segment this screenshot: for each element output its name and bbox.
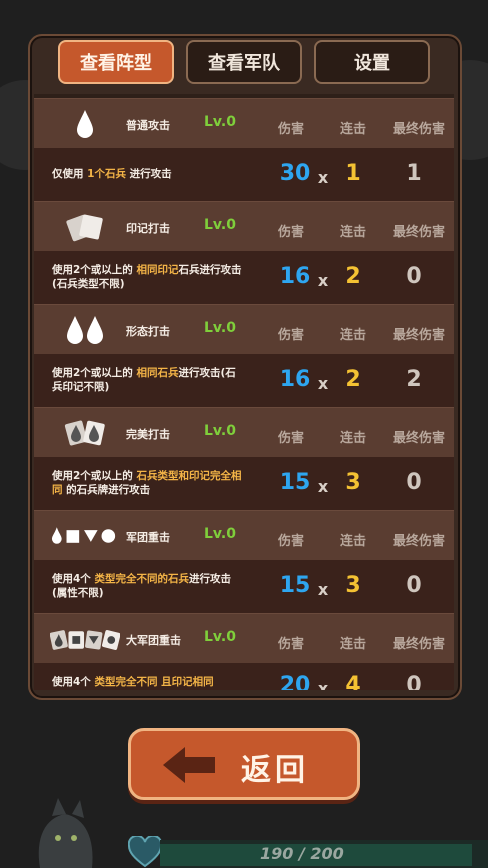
damage-value: 30 xyxy=(279,161,311,186)
final-damage-column-label: 最终伤害 xyxy=(392,637,445,652)
final-damage-column-label: 最终伤害 xyxy=(392,225,445,240)
heart-icon xyxy=(128,836,162,868)
combo-value: 2 xyxy=(345,367,361,392)
attack-header-row: 完美打击 Lv.0 伤害 连击 最终伤害 xyxy=(34,407,454,458)
combo-column-label: 连击 xyxy=(339,534,366,549)
combo-column-label: 连击 xyxy=(339,328,366,343)
attack-detail-row: 使用2个或以上的 相同印记石兵进行攻击(石兵类型不限) 16 x 2 0 xyxy=(34,251,454,304)
back-button-label: 返回 xyxy=(241,753,309,788)
final-damage-value: 0 xyxy=(406,470,422,495)
attack-detail-row: 使用2个或以上的 石兵类型和印记完全相同 的石兵牌进行攻击 15 x 3 0 xyxy=(34,457,454,510)
attack-level: Lv.0 xyxy=(204,217,236,233)
combo-value: 3 xyxy=(345,573,361,598)
combo-value: 4 xyxy=(345,673,361,690)
damage-value: 15 xyxy=(279,573,311,598)
damage-value: 16 xyxy=(279,367,311,392)
damage-column-label: 伤害 xyxy=(277,328,304,343)
attack-description: 使用2个或以上的 相同石兵进行攻击(石兵印记不限) xyxy=(52,367,236,393)
combo-column-label: 连击 xyxy=(339,431,366,446)
attack-detail-row: 使用4个 类型完全不同的石兵进行攻击 (属性不限) 15 x 3 0 xyxy=(34,560,454,613)
single-drop-icon xyxy=(50,107,120,141)
final-damage-value: 1 xyxy=(406,161,422,186)
attack-detail-row: 使用4个 类型完全不同 且印记相同 20 x 4 0 xyxy=(34,663,454,690)
health-bar: 190 / 200 xyxy=(160,840,488,868)
tab-settings[interactable]: 设置 xyxy=(314,40,430,84)
perfect-pair-icon xyxy=(50,416,120,450)
combo-column-label: 连击 xyxy=(339,225,366,240)
attack-description: 使用4个 类型完全不同 且印记相同 xyxy=(52,676,214,688)
attack-level: Lv.0 xyxy=(204,114,236,130)
attack-name: 形态打击 xyxy=(126,325,170,338)
attack-detail-row: 使用2个或以上的 相同石兵进行攻击(石兵印记不限) 16 x 2 2 xyxy=(34,354,454,407)
attack-name: 军团重击 xyxy=(126,531,170,544)
attack-name: 大军团重击 xyxy=(126,634,181,647)
attack-level: Lv.0 xyxy=(204,629,236,645)
attack-description: 使用4个 类型完全不同的石兵进行攻击 (属性不限) xyxy=(52,573,231,599)
final-damage-column-label: 最终伤害 xyxy=(392,122,445,137)
attack-header-row: 大军团重击 Lv.0 伤害 连击 最终伤害 xyxy=(34,613,454,664)
damage-column-label: 伤害 xyxy=(277,431,304,446)
final-damage-column-label: 最终伤害 xyxy=(392,431,445,446)
attack-description: 仅使用 1个石兵 进行攻击 xyxy=(52,168,172,180)
arrow-left-icon xyxy=(163,747,215,783)
final-damage-value: 0 xyxy=(406,573,422,598)
multiply-sign: x xyxy=(317,168,329,187)
damage-column-label: 伤害 xyxy=(277,122,304,137)
damage-value: 16 xyxy=(279,264,311,289)
attack-detail-row: 仅使用 1个石兵 进行攻击 30 x 1 1 xyxy=(34,148,454,201)
final-damage-value: 0 xyxy=(406,264,422,289)
damage-value: 20 xyxy=(279,673,311,690)
tab-bar: 查看阵型 查看军队 设置 xyxy=(28,40,430,86)
combo-value: 1 xyxy=(345,161,361,186)
shapes-row-icon xyxy=(50,519,120,553)
combo-column-label: 连击 xyxy=(339,122,366,137)
multiply-sign: x xyxy=(317,374,329,393)
attack-name: 印记打击 xyxy=(126,222,170,235)
attack-level: Lv.0 xyxy=(204,320,236,336)
final-damage-column-label: 最终伤害 xyxy=(392,534,445,549)
seal-cards-icon xyxy=(50,210,120,244)
double-drop-icon xyxy=(50,313,120,347)
damage-column-label: 伤害 xyxy=(277,225,304,240)
multiply-sign: x xyxy=(317,271,329,290)
attack-header-row: 印记打击 Lv.0 伤害 连击 最终伤害 xyxy=(34,201,454,252)
combo-value: 2 xyxy=(345,264,361,289)
final-damage-value: 2 xyxy=(406,367,422,392)
attack-name: 普通攻击 xyxy=(126,119,170,132)
combo-column-label: 连击 xyxy=(339,637,366,652)
attack-level: Lv.0 xyxy=(204,423,236,439)
damage-column-label: 伤害 xyxy=(277,534,304,549)
back-button[interactable]: 返回 xyxy=(128,728,360,800)
multiply-sign: x xyxy=(317,679,329,690)
final-damage-column-label: 最终伤害 xyxy=(392,328,445,343)
character-avatar xyxy=(38,798,93,868)
attack-header-row: 形态打击 Lv.0 伤害 连击 最终伤害 xyxy=(34,304,454,355)
attack-description: 使用2个或以上的 相同印记石兵进行攻击(石兵类型不限) xyxy=(52,264,242,290)
attack-level: Lv.0 xyxy=(204,526,236,542)
tab-formation[interactable]: 查看阵型 xyxy=(58,40,174,84)
damage-column-label: 伤害 xyxy=(277,637,304,652)
final-damage-value: 0 xyxy=(406,673,422,690)
combo-value: 3 xyxy=(345,470,361,495)
tab-army[interactable]: 查看军队 xyxy=(186,40,302,84)
multiply-sign: x xyxy=(317,477,329,496)
attack-header-row: 军团重击 Lv.0 伤害 连击 最终伤害 xyxy=(34,510,454,561)
attack-list[interactable]: 普通攻击 Lv.0 伤害 连击 最终伤害 仅使用 1个石兵 进行攻击 30 x … xyxy=(34,94,454,690)
multiply-sign: x xyxy=(317,580,329,599)
attack-description: 使用2个或以上的 石兵类型和印记完全相同 的石兵牌进行攻击 xyxy=(52,470,242,496)
shapes-seal-row-icon xyxy=(50,622,120,656)
attack-name: 完美打击 xyxy=(126,428,170,441)
attack-header-row: 普通攻击 Lv.0 伤害 连击 最终伤害 xyxy=(34,98,454,149)
health-text: 190 / 200 xyxy=(260,844,344,863)
damage-value: 15 xyxy=(279,470,311,495)
